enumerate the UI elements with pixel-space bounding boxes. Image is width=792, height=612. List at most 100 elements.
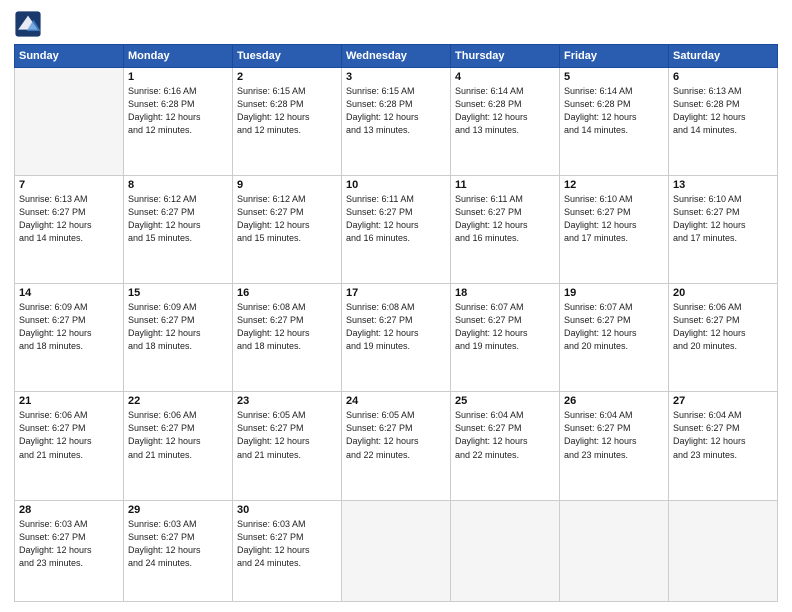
day-info: Sunrise: 6:11 AM Sunset: 6:27 PM Dayligh… xyxy=(346,193,446,245)
day-number: 3 xyxy=(346,71,446,83)
day-number: 13 xyxy=(673,179,773,191)
calendar-header-wednesday: Wednesday xyxy=(342,45,451,68)
day-info: Sunrise: 6:07 AM Sunset: 6:27 PM Dayligh… xyxy=(564,301,664,353)
day-number: 1 xyxy=(128,71,228,83)
calendar-week-5: 28 Sunrise: 6:03 AM Sunset: 6:27 PM Dayli… xyxy=(15,500,778,602)
calendar-cell: 28 Sunrise: 6:03 AM Sunset: 6:27 PM Dayli… xyxy=(15,500,124,602)
day-info: Sunrise: 6:15 AM Sunset: 6:28 PM Dayligh… xyxy=(346,85,446,137)
day-info: Sunrise: 6:08 AM Sunset: 6:27 PM Dayligh… xyxy=(346,301,446,353)
calendar-cell xyxy=(15,68,124,176)
calendar-cell: 17 Sunrise: 6:08 AM Sunset: 6:27 PM Dayli… xyxy=(342,284,451,392)
day-info: Sunrise: 6:04 AM Sunset: 6:27 PM Dayligh… xyxy=(673,409,773,461)
day-info: Sunrise: 6:15 AM Sunset: 6:28 PM Dayligh… xyxy=(237,85,337,137)
calendar-week-2: 7 Sunrise: 6:13 AM Sunset: 6:27 PM Daylig… xyxy=(15,176,778,284)
day-info: Sunrise: 6:09 AM Sunset: 6:27 PM Dayligh… xyxy=(128,301,228,353)
day-number: 26 xyxy=(564,395,664,407)
calendar-cell xyxy=(560,500,669,602)
calendar-cell: 23 Sunrise: 6:05 AM Sunset: 6:27 PM Dayli… xyxy=(233,392,342,500)
page: SundayMondayTuesdayWednesdayThursdayFrid… xyxy=(0,0,792,612)
day-number: 5 xyxy=(564,71,664,83)
day-number: 11 xyxy=(455,179,555,191)
day-number: 12 xyxy=(564,179,664,191)
calendar-cell: 26Sunrise: 6:04 AM Sunset: 6:27 PM Dayli… xyxy=(560,392,669,500)
calendar-cell: 21 Sunrise: 6:06 AM Sunset: 6:27 PM Dayli… xyxy=(15,392,124,500)
calendar-cell: 11Sunrise: 6:11 AM Sunset: 6:27 PM Dayli… xyxy=(451,176,560,284)
calendar-header-tuesday: Tuesday xyxy=(233,45,342,68)
day-number: 24 xyxy=(346,395,446,407)
calendar-cell: 29 Sunrise: 6:03 AM Sunset: 6:27 PM Dayli… xyxy=(124,500,233,602)
day-number: 18 xyxy=(455,287,555,299)
day-info: Sunrise: 6:04 AM Sunset: 6:27 PM Dayligh… xyxy=(455,409,555,461)
day-number: 27 xyxy=(673,395,773,407)
day-number: 15 xyxy=(128,287,228,299)
day-number: 4 xyxy=(455,71,555,83)
day-number: 2 xyxy=(237,71,337,83)
calendar-cell: 15 Sunrise: 6:09 AM Sunset: 6:27 PM Dayli… xyxy=(124,284,233,392)
calendar-cell: 2 Sunrise: 6:15 AM Sunset: 6:28 PM Daylig… xyxy=(233,68,342,176)
calendar-cell: 14Sunrise: 6:09 AM Sunset: 6:27 PM Dayli… xyxy=(15,284,124,392)
calendar-cell xyxy=(451,500,560,602)
day-info: Sunrise: 6:06 AM Sunset: 6:27 PM Dayligh… xyxy=(673,301,773,353)
day-info: Sunrise: 6:03 AM Sunset: 6:27 PM Dayligh… xyxy=(19,518,119,570)
day-number: 9 xyxy=(237,179,337,191)
calendar-week-1: 1 Sunrise: 6:16 AM Sunset: 6:28 PM Daylig… xyxy=(15,68,778,176)
calendar-header-saturday: Saturday xyxy=(669,45,778,68)
calendar-header-sunday: Sunday xyxy=(15,45,124,68)
calendar-cell: 7 Sunrise: 6:13 AM Sunset: 6:27 PM Daylig… xyxy=(15,176,124,284)
day-info: Sunrise: 6:09 AM Sunset: 6:27 PM Dayligh… xyxy=(19,301,119,353)
calendar-cell: 24 Sunrise: 6:05 AM Sunset: 6:27 PM Dayli… xyxy=(342,392,451,500)
day-info: Sunrise: 6:06 AM Sunset: 6:27 PM Dayligh… xyxy=(19,409,119,461)
day-info: Sunrise: 6:14 AM Sunset: 6:28 PM Dayligh… xyxy=(455,85,555,137)
day-info: Sunrise: 6:08 AM Sunset: 6:27 PM Dayligh… xyxy=(237,301,337,353)
calendar-cell: 1 Sunrise: 6:16 AM Sunset: 6:28 PM Daylig… xyxy=(124,68,233,176)
calendar-cell xyxy=(342,500,451,602)
day-number: 20 xyxy=(673,287,773,299)
logo xyxy=(14,10,46,38)
calendar-cell: 27 Sunrise: 6:04 AM Sunset: 6:27 PM Dayli… xyxy=(669,392,778,500)
header xyxy=(14,10,778,38)
calendar-cell: 12 Sunrise: 6:10 AM Sunset: 6:27 PM Dayli… xyxy=(560,176,669,284)
day-info: Sunrise: 6:10 AM Sunset: 6:27 PM Dayligh… xyxy=(564,193,664,245)
calendar-cell: 4 Sunrise: 6:14 AM Sunset: 6:28 PM Daylig… xyxy=(451,68,560,176)
day-info: Sunrise: 6:10 AM Sunset: 6:27 PM Dayligh… xyxy=(673,193,773,245)
calendar-header-thursday: Thursday xyxy=(451,45,560,68)
day-info: Sunrise: 6:14 AM Sunset: 6:28 PM Dayligh… xyxy=(564,85,664,137)
day-number: 23 xyxy=(237,395,337,407)
calendar-header-monday: Monday xyxy=(124,45,233,68)
calendar-cell: 22 Sunrise: 6:06 AM Sunset: 6:27 PM Dayli… xyxy=(124,392,233,500)
day-number: 7 xyxy=(19,179,119,191)
day-number: 17 xyxy=(346,287,446,299)
calendar-cell: 3 Sunrise: 6:15 AM Sunset: 6:28 PM Daylig… xyxy=(342,68,451,176)
calendar-cell: 6 Sunrise: 6:13 AM Sunset: 6:28 PM Daylig… xyxy=(669,68,778,176)
calendar-table: SundayMondayTuesdayWednesdayThursdayFrid… xyxy=(14,44,778,602)
day-number: 29 xyxy=(128,504,228,516)
day-number: 8 xyxy=(128,179,228,191)
calendar-cell: 9Sunrise: 6:12 AM Sunset: 6:27 PM Daylig… xyxy=(233,176,342,284)
day-number: 22 xyxy=(128,395,228,407)
day-info: Sunrise: 6:13 AM Sunset: 6:27 PM Dayligh… xyxy=(19,193,119,245)
day-number: 6 xyxy=(673,71,773,83)
calendar-cell xyxy=(669,500,778,602)
day-number: 19 xyxy=(564,287,664,299)
day-number: 10 xyxy=(346,179,446,191)
calendar-cell: 5 Sunrise: 6:14 AM Sunset: 6:28 PM Daylig… xyxy=(560,68,669,176)
day-info: Sunrise: 6:05 AM Sunset: 6:27 PM Dayligh… xyxy=(346,409,446,461)
day-number: 28 xyxy=(19,504,119,516)
day-info: Sunrise: 6:03 AM Sunset: 6:27 PM Dayligh… xyxy=(128,518,228,570)
calendar-cell: 30 Sunrise: 6:03 AM Sunset: 6:27 PM Dayli… xyxy=(233,500,342,602)
day-info: Sunrise: 6:13 AM Sunset: 6:28 PM Dayligh… xyxy=(673,85,773,137)
calendar-header-row: SundayMondayTuesdayWednesdayThursdayFrid… xyxy=(15,45,778,68)
day-number: 21 xyxy=(19,395,119,407)
calendar-cell: 25 Sunrise: 6:04 AM Sunset: 6:27 PM Dayli… xyxy=(451,392,560,500)
day-info: Sunrise: 6:03 AM Sunset: 6:27 PM Dayligh… xyxy=(237,518,337,570)
day-info: Sunrise: 6:07 AM Sunset: 6:27 PM Dayligh… xyxy=(455,301,555,353)
day-number: 25 xyxy=(455,395,555,407)
day-info: Sunrise: 6:16 AM Sunset: 6:28 PM Dayligh… xyxy=(128,85,228,137)
day-info: Sunrise: 6:05 AM Sunset: 6:27 PM Dayligh… xyxy=(237,409,337,461)
calendar-header-friday: Friday xyxy=(560,45,669,68)
calendar-cell: 13 Sunrise: 6:10 AM Sunset: 6:27 PM Dayli… xyxy=(669,176,778,284)
calendar-week-4: 21 Sunrise: 6:06 AM Sunset: 6:27 PM Dayli… xyxy=(15,392,778,500)
day-info: Sunrise: 6:06 AM Sunset: 6:27 PM Dayligh… xyxy=(128,409,228,461)
day-number: 30 xyxy=(237,504,337,516)
calendar-week-3: 14Sunrise: 6:09 AM Sunset: 6:27 PM Dayli… xyxy=(15,284,778,392)
